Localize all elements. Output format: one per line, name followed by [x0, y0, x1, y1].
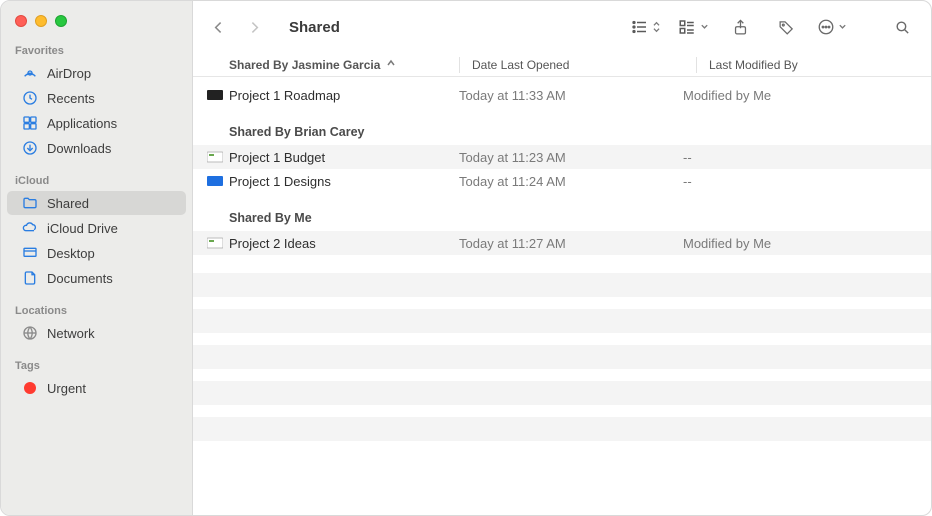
file-row[interactable]: Project 1 Designs Today at 11:24 AM -- [193, 169, 931, 193]
file-name: Project 1 Roadmap [229, 88, 459, 103]
column-header-label: Last Modified By [709, 58, 798, 72]
sidebar-group-tags: Tags Urgent [1, 356, 192, 411]
sidebar-group-title: iCloud [1, 171, 192, 191]
column-headers: Shared By Jasmine Garcia Date Last Opene… [193, 53, 931, 77]
globe-icon [21, 325, 38, 342]
sidebar-item-label: Desktop [47, 246, 95, 261]
view-list-button[interactable] [631, 18, 661, 36]
toolbar-actions [631, 13, 917, 41]
sidebar-item-label: Documents [47, 271, 113, 286]
more-button[interactable] [817, 18, 847, 36]
share-button[interactable] [725, 13, 755, 41]
main-pane: Shared [193, 1, 931, 515]
file-modified-by: -- [683, 150, 931, 165]
file-date: Today at 11:27 AM [459, 236, 683, 251]
forward-button[interactable] [239, 13, 269, 41]
sidebar-item-applications[interactable]: Applications [7, 111, 186, 135]
doc-sheet-icon [205, 151, 225, 163]
sidebar-item-label: Urgent [47, 381, 86, 396]
sidebar-item-documents[interactable]: Documents [7, 266, 186, 290]
file-modified-by: -- [683, 174, 931, 189]
sidebar-item-label: Recents [47, 91, 95, 106]
view-group-button[interactable] [677, 18, 709, 36]
sidebar-group-icloud: iCloud Shared iCloud Drive Desktop [1, 171, 192, 301]
airdrop-icon [21, 65, 38, 82]
window-title: Shared [289, 19, 340, 36]
column-header-modified[interactable]: Last Modified By [709, 58, 931, 72]
doc-sheet-icon [205, 237, 225, 249]
sidebar-item-airdrop[interactable]: AirDrop [7, 61, 186, 85]
sidebar-group-locations: Locations Network [1, 301, 192, 356]
doc-dark-icon [205, 89, 225, 101]
doc-blue-icon [205, 175, 225, 187]
toolbar: Shared [193, 1, 931, 53]
sidebar-group-favorites: Favorites AirDrop Recents Applications [1, 41, 192, 171]
sidebar-item-desktop[interactable]: Desktop [7, 241, 186, 265]
sidebar-group-title: Locations [1, 301, 192, 321]
sidebar-group-title: Favorites [1, 41, 192, 61]
file-row[interactable]: Project 1 Roadmap Today at 11:33 AM Modi… [193, 83, 931, 107]
sidebar-item-label: Shared [47, 196, 89, 211]
window-controls [1, 9, 192, 41]
minimize-window-button[interactable] [35, 15, 47, 27]
column-header-name[interactable]: Shared By Jasmine Garcia [229, 58, 459, 72]
tags-button[interactable] [771, 13, 801, 41]
file-modified-by: Modified by Me [683, 236, 931, 251]
tag-dot-icon [21, 380, 38, 397]
sidebar-item-label: Applications [47, 116, 117, 131]
sidebar-item-shared[interactable]: Shared [7, 191, 186, 215]
search-button[interactable] [887, 13, 917, 41]
file-list: Shared By Jasmine Garcia Date Last Opene… [193, 53, 931, 515]
sidebar-group-title: Tags [1, 356, 192, 376]
apps-icon [21, 115, 38, 132]
fullscreen-window-button[interactable] [55, 15, 67, 27]
sidebar-item-network[interactable]: Network [7, 321, 186, 345]
file-date: Today at 11:33 AM [459, 88, 683, 103]
file-row[interactable]: Project 2 Ideas Today at 11:27 AM Modifi… [193, 231, 931, 255]
cloud-icon [21, 220, 38, 237]
download-icon [21, 140, 38, 157]
sidebar: Favorites AirDrop Recents Applications [1, 1, 193, 515]
column-header-label: Date Last Opened [472, 58, 569, 72]
file-date: Today at 11:24 AM [459, 174, 683, 189]
clock-icon [21, 90, 38, 107]
finder-window: Favorites AirDrop Recents Applications [0, 0, 932, 516]
file-name: Project 2 Ideas [229, 236, 459, 251]
group-header: Shared By Me [193, 193, 931, 231]
sidebar-item-recents[interactable]: Recents [7, 86, 186, 110]
file-date: Today at 11:23 AM [459, 150, 683, 165]
column-header-date[interactable]: Date Last Opened [472, 58, 696, 72]
empty-rows [193, 273, 931, 441]
file-name: Project 1 Designs [229, 174, 459, 189]
back-button[interactable] [203, 13, 233, 41]
sidebar-item-label: Network [47, 326, 95, 341]
column-header-label: Shared By Jasmine Garcia [229, 58, 380, 72]
sidebar-item-label: Downloads [47, 141, 111, 156]
sidebar-item-label: iCloud Drive [47, 221, 118, 236]
desktop-icon [21, 245, 38, 262]
chevron-down-icon [700, 21, 709, 33]
sidebar-item-downloads[interactable]: Downloads [7, 136, 186, 160]
documents-icon [21, 270, 38, 287]
chevron-down-icon [838, 21, 847, 33]
file-name: Project 1 Budget [229, 150, 459, 165]
close-window-button[interactable] [15, 15, 27, 27]
file-row[interactable]: Project 1 Budget Today at 11:23 AM -- [193, 145, 931, 169]
sidebar-item-tag-urgent[interactable]: Urgent [7, 376, 186, 400]
group-header: Shared By Brian Carey [193, 107, 931, 145]
chevron-updown-icon [652, 21, 661, 33]
sidebar-item-icloud-drive[interactable]: iCloud Drive [7, 216, 186, 240]
shared-folder-icon [21, 195, 38, 212]
sort-ascending-icon [386, 58, 396, 72]
file-modified-by: Modified by Me [683, 88, 931, 103]
sidebar-item-label: AirDrop [47, 66, 91, 81]
